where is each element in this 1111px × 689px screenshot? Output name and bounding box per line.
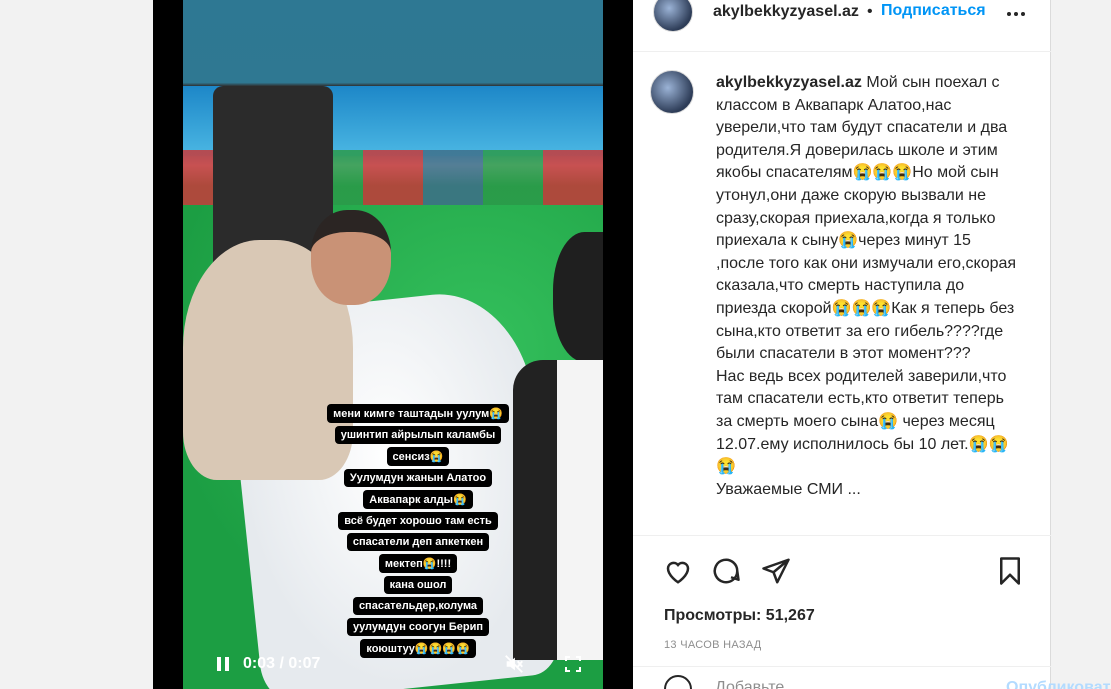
post-side-panel: akylbekkyzyasel.az • Подписаться akylbek… <box>633 0 1111 689</box>
caption-line: спасательдер,колума <box>352 597 484 615</box>
comment-text: Мой сын поехал с классом в Аквапарк Алат… <box>716 74 1017 363</box>
fullscreen-icon[interactable] <box>565 656 581 672</box>
video-controls: 0:03 / 0:07 <box>213 644 603 684</box>
comment-text-2: Нас ведь всех родителей заверили,что там… <box>716 367 1009 476</box>
video-player[interactable]: мени кимге таштадын уулум😭 ушинтип айрыл… <box>153 0 633 689</box>
caption-line: кана ошол <box>383 576 453 594</box>
comment-icon[interactable] <box>711 556 741 586</box>
action-bar <box>633 535 1051 605</box>
post-timestamp[interactable]: 13 ЧАСОВ НАЗАД <box>664 639 762 651</box>
pause-icon[interactable] <box>213 654 233 674</box>
comment-username[interactable]: akylbekkyzyasel.az <box>716 74 862 91</box>
views-label: Просмотры: <box>664 607 762 624</box>
avatar[interactable] <box>653 0 693 32</box>
header-username[interactable]: akylbekkyzyasel.az <box>713 3 859 21</box>
comment-avatar[interactable] <box>650 70 694 114</box>
follow-button[interactable]: Подписаться <box>881 2 986 20</box>
caption-line: ушинтип айрылып каламбы <box>334 426 502 444</box>
more-options-icon[interactable] <box>1007 12 1025 16</box>
caption-line: спасатели деп апкеткен <box>346 533 490 551</box>
caption-line: мени кимге таштадын уулум😭 <box>327 404 509 423</box>
video-caption: мени кимге таштадын уулум😭 ушинтип айрыл… <box>303 404 533 658</box>
comments-section: akylbekkyzyasel.az Мой сын поехал с клас… <box>633 52 1051 535</box>
mute-icon[interactable] <box>503 653 525 675</box>
caption-line: всё будет хорошо там есть <box>338 512 498 530</box>
post-container: мени кимге таштадын уулум😭 ушинтип айрыл… <box>153 0 1111 689</box>
views-number: 51,267 <box>765 607 815 624</box>
video-frame[interactable]: мени кимге таштадын уулум😭 ушинтип айрыл… <box>183 0 603 689</box>
publish-button[interactable]: Опубликовать <box>1006 679 1111 689</box>
add-comment-bar: Добавьте... Опубликовать <box>633 666 1111 689</box>
separator-dot: • <box>867 3 873 20</box>
comment-input[interactable]: Добавьте... <box>715 679 798 689</box>
caption-line: Уулумдун жанын Алатоо <box>343 469 493 487</box>
heart-icon[interactable] <box>663 556 693 586</box>
bookmark-icon[interactable] <box>995 556 1025 586</box>
man-head <box>553 232 603 362</box>
share-icon[interactable] <box>761 556 791 586</box>
caption-line: сенсиз😭 <box>386 447 450 466</box>
woman-head <box>311 210 391 305</box>
page: мени кимге таштадын уулум😭 ушинтип айрыл… <box>0 0 1111 689</box>
caption-line: мектеп😭!!!! <box>378 554 458 573</box>
emoji-icon[interactable] <box>664 675 692 689</box>
caption-line: Аквапарк алды😭 <box>363 490 473 509</box>
post-header: akylbekkyzyasel.az • Подписаться <box>633 0 1051 52</box>
video-time: 0:03 / 0:07 <box>243 655 321 672</box>
comment-text-3: Уважаемые СМИ ... <box>716 480 861 498</box>
views-count[interactable]: Просмотры: 51,267 <box>664 607 815 625</box>
comment-body: akylbekkyzyasel.az Мой сын поехал с клас… <box>716 72 1021 501</box>
caption-line: уулумдун соогун Берип <box>346 618 490 636</box>
